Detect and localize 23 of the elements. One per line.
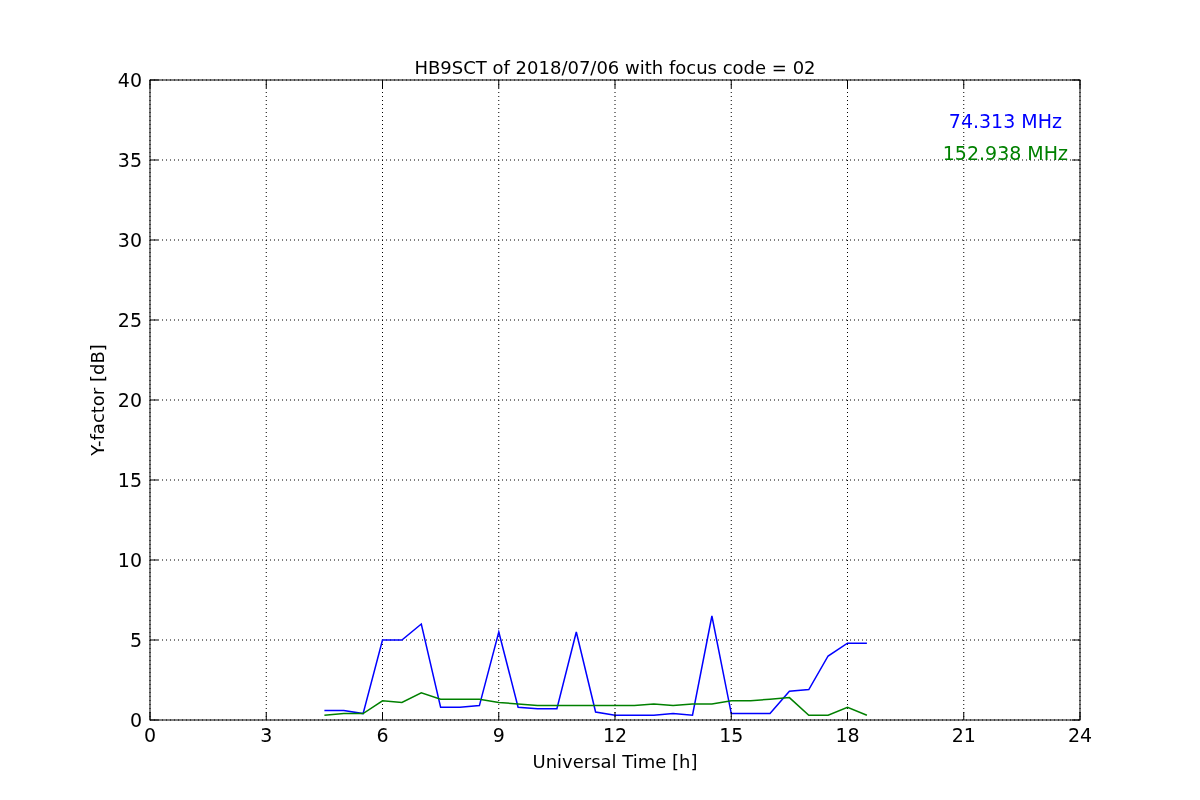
tick-label: 9 — [492, 724, 505, 746]
tick-label: 3 — [260, 724, 273, 746]
tick-label: 12 — [602, 724, 628, 746]
tick-label: 25 — [117, 309, 142, 331]
tick-label: 15 — [719, 724, 744, 746]
tick-label: 6 — [376, 724, 389, 746]
axis-label: Universal Time [h] — [532, 751, 698, 772]
tick-label: 21 — [951, 724, 976, 746]
tick-label: 30 — [117, 229, 142, 251]
tick-label: 35 — [117, 149, 142, 171]
tick-label: 40 — [117, 69, 142, 91]
tick-label: 5 — [129, 629, 142, 651]
tick-label: 0 — [143, 724, 157, 746]
tick-label: 20 — [117, 389, 142, 411]
tick-label: 0 — [129, 709, 142, 731]
tick-label: 18 — [835, 724, 860, 746]
tick-label: 15 — [117, 469, 142, 491]
axis-label: Y-factor [dB] — [87, 344, 108, 456]
tick-label: 24 — [1067, 724, 1093, 746]
chart-title: HB9SCT of 2018/07/06 with focus code = 02 — [414, 57, 816, 78]
legend-label: 74.313 MHz — [948, 110, 1062, 132]
tick-label: 10 — [117, 549, 142, 571]
legend-label: 152.938 MHz — [942, 142, 1068, 164]
